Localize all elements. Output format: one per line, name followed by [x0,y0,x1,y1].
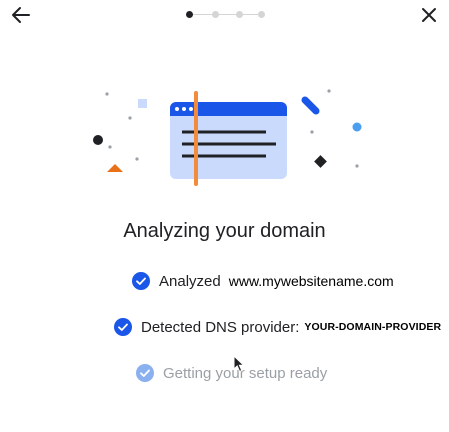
close-icon [422,8,436,22]
check-circle-icon [136,364,154,382]
step-dot-1 [186,11,193,18]
step-connector [243,14,258,15]
decor-dot-small [355,164,359,168]
decor-square-blue [138,99,147,108]
page-title: Analyzing your domain [123,220,326,242]
status-label: Analyzed [159,272,221,290]
status-label: Detected DNS provider: [141,318,300,336]
decor-diamond-black [314,155,327,168]
decor-dot-small [108,145,112,149]
decor-dot-black [93,135,103,145]
status-row-setup: Getting your setup ready [136,362,327,384]
step-dot-3 [236,11,243,18]
domain-analysis-illustration [93,89,362,186]
decor-dot-small [128,116,132,120]
step-connector [219,14,236,15]
progress-stepper [186,10,266,20]
status-row-dns: Detected DNS provider: YOUR-DOMAIN-PROVI… [114,316,441,338]
close-button[interactable] [419,5,439,25]
step-dot-4 [258,11,265,18]
window-titlebar [170,102,287,116]
decor-pill-blue [301,96,320,115]
dns-provider-value: YOUR-DOMAIN-PROVIDER [304,321,442,333]
decor-dot-small [135,157,139,161]
domain-name-value: www.mywebsitename.com [228,273,394,289]
decor-dot-small [105,92,109,96]
back-button[interactable] [10,5,32,25]
decor-dot-lightblue [352,122,362,132]
status-row-analyzed: Analyzed www.mywebsitename.com [132,270,394,292]
decor-triangle-orange [107,164,123,172]
decor-dot-small [310,130,314,134]
status-label: Getting your setup ready [163,364,328,382]
step-dot-2 [212,11,219,18]
arrow-left-icon [12,7,30,23]
check-circle-icon [114,318,132,336]
decor-dot-small [327,89,331,93]
check-circle-icon [132,272,150,290]
top-bar [0,0,449,30]
step-connector [193,14,212,15]
mouse-cursor-icon [233,355,245,373]
